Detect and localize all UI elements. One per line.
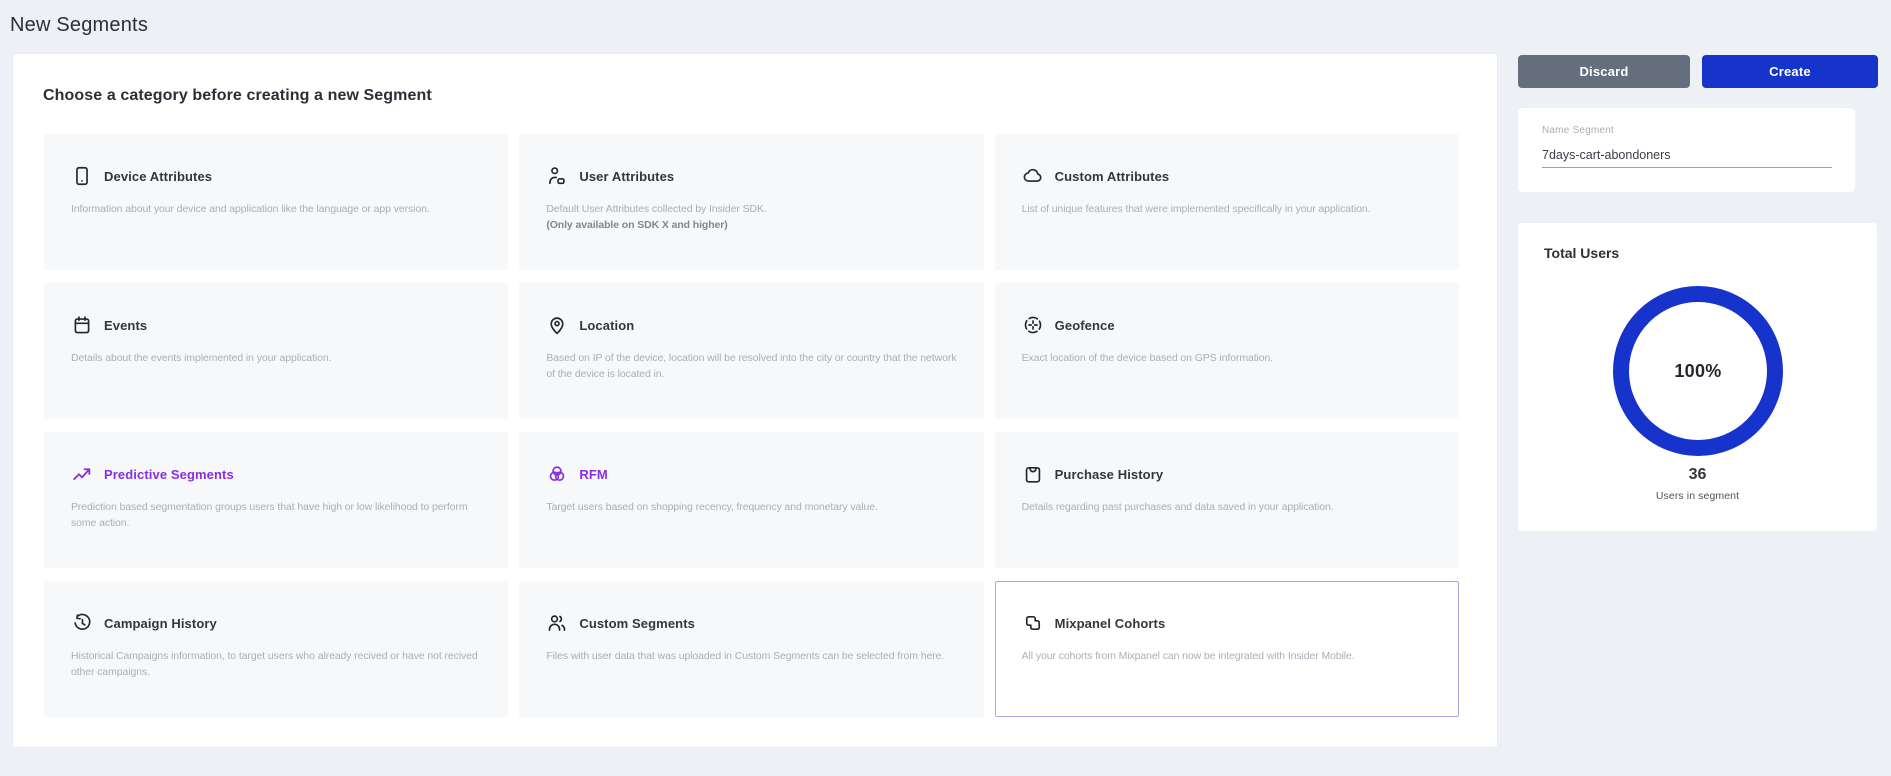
category-card-description: List of unique features that were implem… <box>1022 201 1432 217</box>
category-card-events[interactable]: Events Details about the events implemen… <box>44 283 508 419</box>
trending-up-icon <box>71 463 93 485</box>
category-card-description: Information about your device and applic… <box>71 201 481 217</box>
category-card-custom-attributes[interactable]: Custom Attributes List of unique feature… <box>995 134 1459 270</box>
shopping-bag-icon <box>1022 463 1044 485</box>
name-segment-input[interactable] <box>1542 142 1832 168</box>
category-card-mixpanel-cohorts[interactable]: Mixpanel Cohorts All your cohorts from M… <box>995 581 1459 717</box>
category-card-description: Prediction based segmentation groups use… <box>71 499 481 532</box>
description-line-2: (Only available on SDK X and higher) <box>546 217 956 233</box>
donut-percent-label: 100% <box>1608 281 1788 461</box>
total-users-title: Total Users <box>1544 245 1619 261</box>
cloud-icon <box>1022 165 1044 187</box>
category-card-description: Historical Campaigns information, to tar… <box>71 648 481 681</box>
users-count-caption: Users in segment <box>1518 490 1877 502</box>
total-users-donut-chart: 100% <box>1608 281 1788 461</box>
create-button[interactable]: Create <box>1702 55 1878 88</box>
category-card-title: Purchase History <box>1055 467 1164 482</box>
category-card-description: Files with user data that was uploaded i… <box>546 648 956 664</box>
category-card-purchase-history[interactable]: Purchase History Details regarding past … <box>995 432 1459 568</box>
device-icon <box>71 165 93 187</box>
category-card-device-attributes[interactable]: Device Attributes Information about your… <box>44 134 508 270</box>
venn-icon <box>546 463 568 485</box>
category-card-custom-segments[interactable]: Custom Segments Files with user data tha… <box>519 581 983 717</box>
category-card-campaign-history[interactable]: Campaign History Historical Campaigns in… <box>44 581 508 717</box>
total-users-card: Total Users 100% 36 Users in segment <box>1518 223 1877 531</box>
category-card-description: Based on IP of the device, location will… <box>546 350 956 383</box>
category-card-title: Events <box>104 318 147 333</box>
map-pin-icon <box>546 314 568 336</box>
category-card-title: User Attributes <box>579 169 674 184</box>
category-card-description: Details about the events implemented in … <box>71 350 481 366</box>
category-card-title: Custom Segments <box>579 616 695 631</box>
users-icon <box>546 612 568 634</box>
category-card-title: RFM <box>579 467 607 482</box>
category-card-description: Details regarding past purchases and dat… <box>1022 499 1432 515</box>
category-grid: Device Attributes Information about your… <box>44 134 1459 717</box>
panel-heading: Choose a category before creating a new … <box>43 87 432 105</box>
category-card-title: Campaign History <box>104 616 217 631</box>
name-segment-label: Name Segment <box>1542 125 1614 136</box>
category-card-title: Mixpanel Cohorts <box>1055 616 1166 631</box>
name-segment-card: Name Segment <box>1518 108 1855 192</box>
category-card-description: Default User Attributes collected by Ins… <box>546 201 956 234</box>
category-panel: Choose a category before creating a new … <box>12 53 1498 748</box>
category-card-title: Predictive Segments <box>104 467 234 482</box>
category-card-geofence[interactable]: Geofence Exact location of the device ba… <box>995 283 1459 419</box>
category-card-title: Device Attributes <box>104 169 212 184</box>
calendar-icon <box>71 314 93 336</box>
category-card-rfm[interactable]: RFM Target users based on shopping recen… <box>519 432 983 568</box>
category-card-title: Location <box>579 318 634 333</box>
users-count: 36 <box>1518 466 1877 484</box>
cohorts-link-icon <box>1022 612 1044 634</box>
page-title: New Segments <box>10 14 148 37</box>
category-card-title: Custom Attributes <box>1055 169 1170 184</box>
category-card-description: Target users based on shopping recency, … <box>546 499 956 515</box>
category-card-predictive-segments[interactable]: Predictive Segments Prediction based seg… <box>44 432 508 568</box>
geofence-icon <box>1022 314 1044 336</box>
description-line-1: Default User Attributes collected by Ins… <box>546 203 766 215</box>
category-card-title: Geofence <box>1055 318 1115 333</box>
user-badge-icon <box>546 165 568 187</box>
category-card-description: Exact location of the device based on GP… <box>1022 350 1432 366</box>
history-clock-icon <box>71 612 93 634</box>
category-card-location[interactable]: Location Based on IP of the device, loca… <box>519 283 983 419</box>
category-card-description: All your cohorts from Mixpanel can now b… <box>1022 648 1432 664</box>
category-card-user-attributes[interactable]: User Attributes Default User Attributes … <box>519 134 983 270</box>
discard-button[interactable]: Discard <box>1518 55 1690 88</box>
